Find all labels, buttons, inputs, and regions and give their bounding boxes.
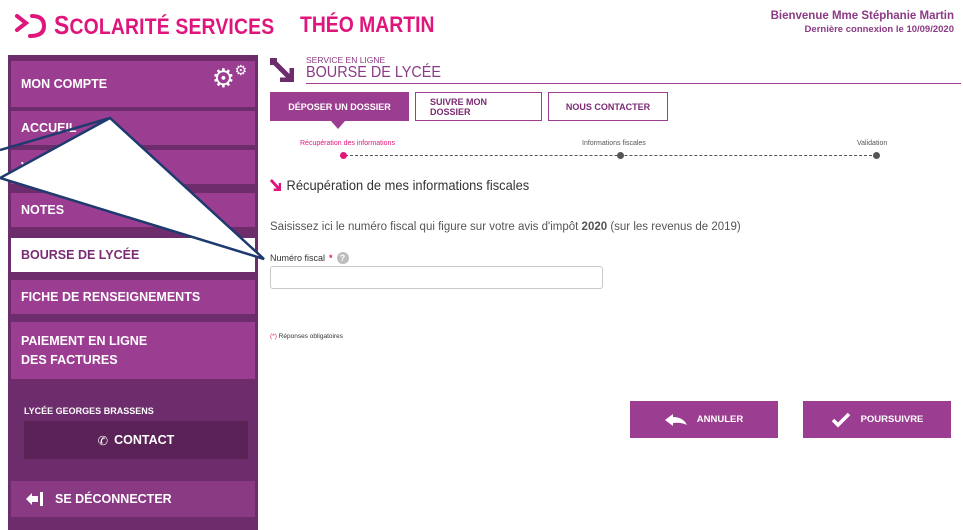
cancel-label: ANNULER [696,414,744,425]
tab-deposer[interactable]: DÉPOSER UN DOSSIER [270,92,409,121]
sidebar-item-vie-scolaire[interactable]: VIE SCOLAIRE [11,150,255,184]
phone-icon: ✆ [97,433,109,448]
school-name: LYCÉE GEORGES BRASSENS [24,406,154,416]
step-recuperation: Récupération des informations [300,140,395,147]
check-icon [831,412,850,427]
welcome-block: Bienvenue Mme Stéphanie Martin Dernière … [771,10,954,35]
sidebar-item-label: BOURSE DE LYCÉE [21,248,140,262]
sidebar-item-accueil[interactable]: ACCUEIL [11,111,255,145]
required-note-mark: (*) [270,333,277,340]
service-divider [306,83,961,84]
logout-icon [26,492,43,506]
sidebar-item-label: VIE SCOLAIRE [21,160,110,174]
section-title: Récupération de mes informations fiscale… [270,177,529,193]
sidebar-item-label: ACCUEIL [21,121,77,135]
fiscal-instruction: Saisissez ici le numéro fiscal qui figur… [270,221,741,233]
progress-line [345,155,877,156]
brand-logo: SCOLARITÉ SERVICES [14,10,304,41]
contact-label: CONTACT [114,433,175,447]
sidebar-item-paiement[interactable]: PAIEMENT EN LIGNE DES FACTURES [11,322,255,379]
required-note: (*) Réponses obligatoires [270,333,343,340]
brand-name: SCOLARITÉ SERVICES [54,10,275,40]
instruction-text-end: (sur les revenus de 2019) [607,221,741,233]
step-dot-2 [617,152,624,159]
field-label-text: Numéro fiscal [270,253,326,263]
back-arrow-icon [664,413,687,426]
last-login: Dernière connexion le 10/09/2020 [804,24,954,35]
step-dot-1 [340,152,347,159]
sidebar-item-bourse[interactable]: BOURSE DE LYCÉE [11,238,255,272]
help-icon[interactable]: ? [336,252,349,264]
sidebar-item-label: PAIEMENT EN LIGNE DES FACTURES [21,333,148,367]
sidebar: MON COMPTE ⚙ ⚙ ACCUEIL VIE SCOLAIRE NOTE… [8,55,258,530]
logout-button[interactable]: SE DÉCONNECTER [11,481,255,517]
continue-button[interactable]: POURSUIVRE [803,401,951,438]
instruction-year: 2020 [581,221,608,233]
section-arrow-icon [270,179,282,191]
tab-suivre[interactable]: SUIVRE MON DOSSIER [415,92,542,121]
logout-label: SE DÉCONNECTER [55,492,172,506]
welcome-message: Bienvenue Mme Stéphanie Martin [770,10,954,22]
service-title: BOURSE DE LYCÉE [306,64,441,81]
step-fiscales: Informations fiscales [582,140,646,147]
sidebar-item-label: FICHE DE RENSEIGNEMENTS [21,290,201,304]
cancel-button[interactable]: ANNULER [630,401,778,438]
gear-icon: ⚙ [211,63,235,93]
sidebar-item-label: NOTES [21,203,65,217]
fiscal-number-label: Numéro fiscal * ? [270,252,349,264]
step-dot-3 [873,152,880,159]
gear-small-icon: ⚙ [234,62,247,78]
fiscal-number-input[interactable] [270,266,603,289]
service-arrow-icon [270,58,294,82]
sidebar-item-fiche[interactable]: FICHE DE RENSEIGNEMENTS [11,280,255,314]
tab-bar: DÉPOSER UN DOSSIER SUIVRE MON DOSSIER NO… [270,92,668,121]
continue-label: POURSUIVRE [860,414,924,425]
required-note-text: Réponses obligatoires [276,333,343,340]
required-asterisk: * [329,253,333,263]
instruction-text: Saisissez ici le numéro fiscal qui figur… [270,221,582,233]
sidebar-item-notes[interactable]: NOTES [11,193,255,227]
sidebar-item-account[interactable]: MON COMPTE ⚙ ⚙ [11,61,255,107]
sidebar-item-label: MON COMPTE [21,77,108,91]
logo-mark-icon [15,13,47,38]
section-title-text: Récupération de mes informations fiscale… [286,177,530,193]
student-name: THÉO MARTIN [300,12,435,37]
contact-button[interactable]: ✆ CONTACT [24,421,248,459]
tab-contacter[interactable]: NOUS CONTACTER [548,92,668,121]
active-tab-pointer [331,121,345,129]
step-validation: Validation [857,140,888,147]
